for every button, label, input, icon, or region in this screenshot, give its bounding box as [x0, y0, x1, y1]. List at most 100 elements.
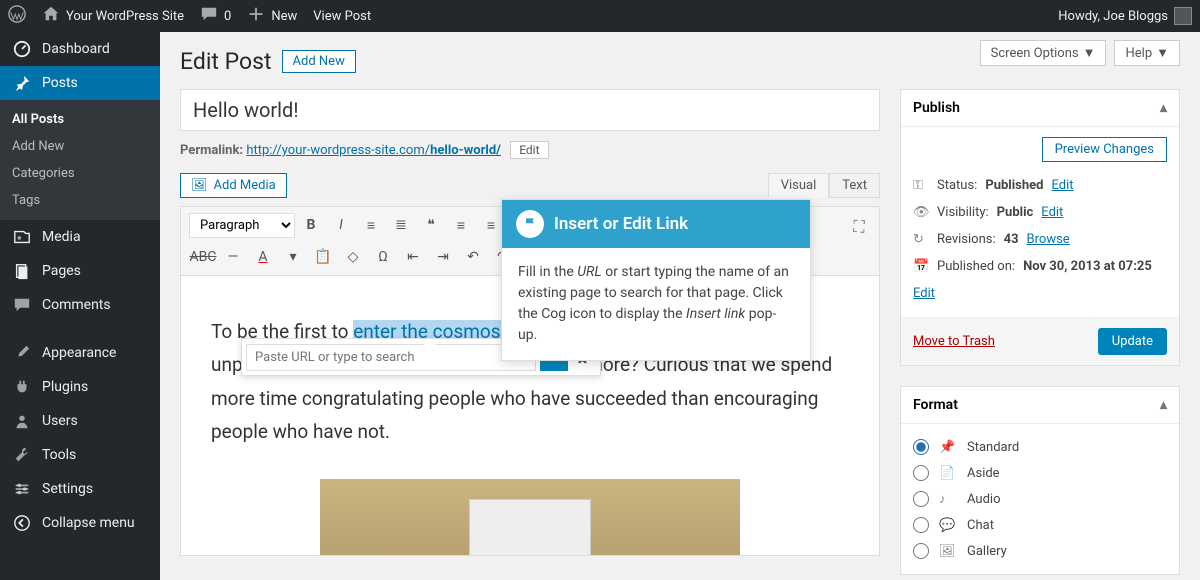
sidebar-item-pages[interactable]: Pages	[0, 254, 160, 288]
help-button[interactable]: Help ▼	[1114, 40, 1180, 66]
permalink-row: Permalink: http://your-wordpress-site.co…	[180, 141, 880, 159]
editor-toolbar: Paragraph B I ≡ ≣ ❝ ≡ ≡ ⛶ ABC — A ▾ 📋	[180, 206, 880, 276]
format-gallery-radio[interactable]	[913, 543, 929, 559]
collapse-icon	[12, 514, 32, 532]
gallery-icon: 🖼	[939, 544, 957, 559]
calendar-icon: 📅	[913, 259, 929, 274]
undo-button[interactable]: ↶	[459, 243, 487, 271]
pages-icon	[12, 262, 32, 280]
italic-button[interactable]: I	[327, 211, 355, 239]
sidebar-item-tools[interactable]: Tools	[0, 438, 160, 472]
add-new-button[interactable]: Add New	[282, 50, 356, 73]
edit-visibility-link[interactable]: Edit	[1041, 205, 1063, 220]
admin-sidebar: Dashboard Posts All Posts Add New Catego…	[0, 32, 160, 580]
tab-text[interactable]: Text	[829, 173, 880, 198]
format-aside-radio[interactable]	[913, 465, 929, 481]
move-to-trash-link[interactable]: Move to Trash	[913, 334, 995, 349]
comment-icon	[200, 5, 218, 27]
permalink-edit-button[interactable]: Edit	[510, 141, 548, 159]
admin-bar: Your WordPress Site 0 New View Post Howd…	[0, 0, 1200, 32]
toggle-icon[interactable]: ▴	[1160, 397, 1167, 413]
sidebar-item-media[interactable]: Media	[0, 220, 160, 254]
key-icon: ⚿	[913, 178, 929, 193]
howdy[interactable]: Howdy, Joe Bloggs	[1058, 7, 1192, 25]
sidebar-sub-tags[interactable]: Tags	[0, 187, 160, 214]
hr-button[interactable]: —	[219, 243, 247, 271]
sidebar-item-comments[interactable]: Comments	[0, 288, 160, 322]
screen-options-button[interactable]: Screen Options ▼	[980, 40, 1107, 66]
chevron-down-icon: ▼	[1083, 45, 1096, 61]
permalink-link[interactable]: http://your-wordpress-site.com/hello-wor…	[246, 143, 501, 158]
edit-date-link[interactable]: Edit	[913, 286, 935, 301]
format-audio-radio[interactable]	[913, 491, 929, 507]
plus-icon	[247, 5, 265, 27]
comments-link[interactable]: 0	[200, 5, 231, 27]
flag-icon	[516, 210, 544, 238]
settings-icon	[12, 480, 32, 498]
bold-button[interactable]: B	[297, 211, 325, 239]
history-icon: ↻	[913, 232, 929, 247]
sidebar-sub-add-new[interactable]: Add New	[0, 133, 160, 160]
comments-icon	[12, 296, 32, 314]
format-box: Format▴ 📌Standard 📄Aside ♪Audio 💬Chat 🖼G…	[900, 386, 1180, 575]
format-chat-radio[interactable]	[913, 517, 929, 533]
outdent-button[interactable]: ⇤	[399, 243, 427, 271]
camera-icon: 🖼	[191, 178, 208, 193]
sidebar-item-settings[interactable]: Settings	[0, 472, 160, 506]
chat-icon: 💬	[939, 518, 957, 533]
dashboard-icon	[12, 40, 32, 58]
tab-visual[interactable]: Visual	[768, 173, 830, 198]
quote-button[interactable]: ❝	[417, 211, 445, 239]
indent-button[interactable]: ⇥	[429, 243, 457, 271]
brush-icon	[12, 344, 32, 362]
aside-icon: 📄	[939, 466, 957, 481]
preview-button[interactable]: Preview Changes	[1042, 137, 1167, 162]
link-url-input[interactable]	[246, 344, 536, 371]
format-standard-radio[interactable]	[913, 439, 929, 455]
align-left-button[interactable]: ≡	[447, 211, 475, 239]
edit-status-link[interactable]: Edit	[1051, 178, 1073, 193]
sidebar-collapse[interactable]: Collapse menu	[0, 506, 160, 540]
fullscreen-button[interactable]: ⛶	[845, 213, 873, 241]
users-icon	[12, 412, 32, 430]
site-link[interactable]: Your WordPress Site	[42, 5, 184, 27]
sidebar-item-posts[interactable]: Posts	[0, 66, 160, 100]
paste-button[interactable]: 📋	[309, 243, 337, 271]
add-media-button[interactable]: 🖼Add Media	[180, 173, 287, 198]
plug-icon	[12, 378, 32, 396]
pin-icon	[12, 74, 32, 92]
post-title-input[interactable]	[180, 89, 880, 131]
format-select[interactable]: Paragraph	[189, 213, 295, 238]
media-icon	[12, 228, 32, 246]
avatar	[1174, 7, 1192, 25]
content-image	[320, 479, 740, 556]
strikethrough-button[interactable]: ABC	[189, 243, 217, 271]
eye-icon: 👁	[913, 205, 929, 220]
ol-button[interactable]: ≣	[387, 211, 415, 239]
pin-icon: 📌	[939, 440, 957, 455]
sidebar-item-dashboard[interactable]: Dashboard	[0, 32, 160, 66]
wrench-icon	[12, 446, 32, 464]
sidebar-item-plugins[interactable]: Plugins	[0, 370, 160, 404]
new-link[interactable]: New	[247, 5, 297, 27]
update-button[interactable]: Update	[1098, 328, 1167, 355]
site-name: Your WordPress Site	[66, 9, 184, 24]
char-button[interactable]: Ω	[369, 243, 397, 271]
toggle-icon[interactable]: ▴	[1160, 100, 1167, 116]
sidebar-item-users[interactable]: Users	[0, 404, 160, 438]
clear-button[interactable]: ◇	[339, 243, 367, 271]
home-icon	[42, 5, 60, 27]
audio-icon: ♪	[939, 491, 957, 507]
chevron-down-icon[interactable]: ▾	[279, 243, 307, 271]
sidebar-item-appearance[interactable]: Appearance	[0, 336, 160, 370]
ul-button[interactable]: ≡	[357, 211, 385, 239]
textcolor-button[interactable]: A	[249, 243, 277, 271]
wp-logo[interactable]	[8, 5, 26, 27]
chevron-down-icon: ▼	[1156, 45, 1169, 61]
publish-box: Publish▴ Preview Changes ⚿Status: Publis…	[900, 89, 1180, 366]
link-tooltip: Insert or Edit Link Fill in the URL or s…	[501, 199, 811, 361]
sidebar-sub-categories[interactable]: Categories	[0, 160, 160, 187]
sidebar-sub-all-posts[interactable]: All Posts	[0, 106, 160, 133]
browse-revisions-link[interactable]: Browse	[1027, 232, 1070, 247]
view-post-link[interactable]: View Post	[313, 9, 371, 24]
